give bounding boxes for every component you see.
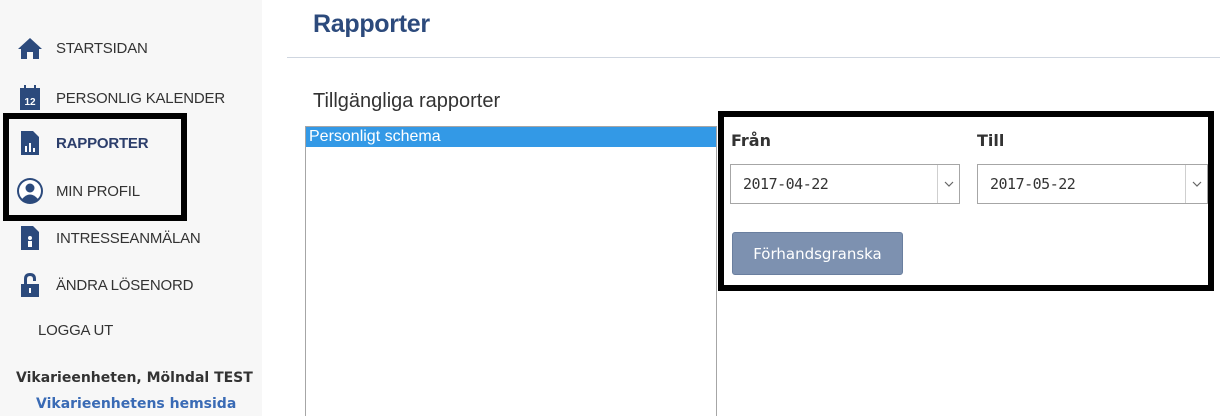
svg-text:12: 12 xyxy=(24,97,36,108)
header-divider xyxy=(287,57,1220,58)
sidebar-item-andra-losenord[interactable]: ÄNDRA LÖSENORD xyxy=(16,270,193,300)
interest-document-icon xyxy=(16,224,44,252)
sidebar-item-logga-ut[interactable]: LOGGA UT xyxy=(16,315,113,345)
highlight-box-date-panel xyxy=(718,111,1214,291)
sidebar-item-label: INTRESSEANMÄLAN xyxy=(56,229,201,247)
section-title: Tillgängliga rapporter xyxy=(313,90,501,112)
sidebar-item-label: ÄNDRA LÖSENORD xyxy=(56,276,194,294)
report-list[interactable]: Personligt schema xyxy=(305,126,717,416)
highlight-box-sidebar xyxy=(3,113,187,221)
list-item[interactable]: Personligt schema xyxy=(306,127,716,147)
sidebar-item-startsidan[interactable]: STARTSIDAN xyxy=(16,33,148,63)
organization-name: Vikarieenheten, Mölndal TEST xyxy=(16,370,253,386)
padlock-icon xyxy=(16,271,44,299)
sidebar-item-label: LOGGA UT xyxy=(38,321,114,339)
sidebar-item-intresseanmalan[interactable]: INTRESSEANMÄLAN xyxy=(16,223,201,253)
home-icon xyxy=(16,34,44,62)
page-title: Rapporter xyxy=(313,10,430,38)
sidebar-item-label: PERSONLIG KALENDER xyxy=(56,89,225,107)
organization-homepage-link[interactable]: Vikarieenhetens hemsida xyxy=(36,396,236,412)
sidebar-item-personlig-kalender[interactable]: 12 PERSONLIG KALENDER xyxy=(16,83,225,113)
calendar-icon: 12 xyxy=(16,84,44,112)
sidebar-item-label: STARTSIDAN xyxy=(56,39,148,57)
